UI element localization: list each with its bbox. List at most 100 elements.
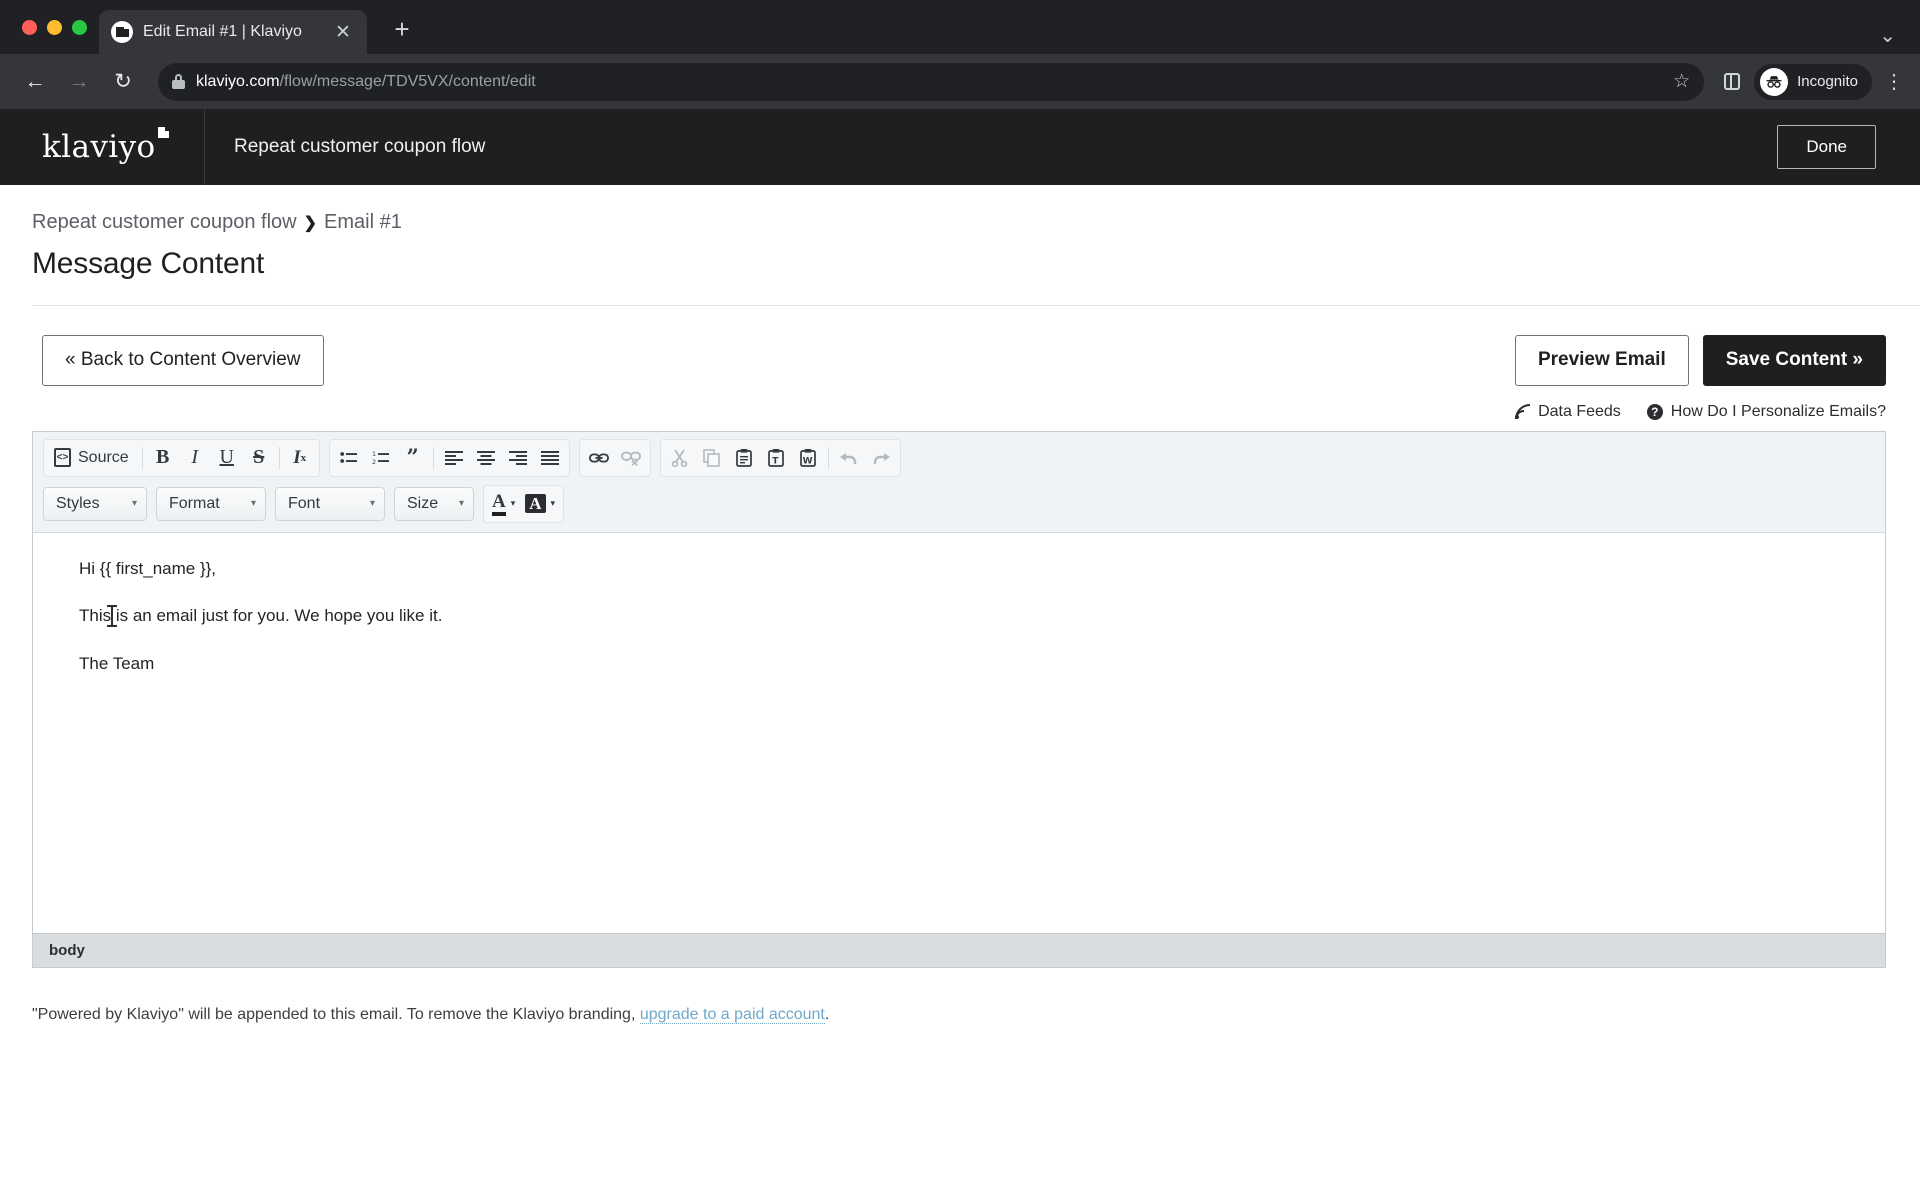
link-button[interactable] <box>583 442 615 474</box>
background-color-button[interactable]: A ▾ <box>520 488 560 520</box>
close-window-button[interactable] <box>22 19 37 35</box>
remove-format-letter: I <box>293 446 301 468</box>
copy-button[interactable] <box>696 442 728 474</box>
logo-text: klaviyo <box>42 129 156 165</box>
quote-glyph: ” <box>406 444 419 470</box>
unlink-button[interactable] <box>615 442 647 474</box>
preview-email-button[interactable]: Preview Email <box>1514 335 1689 386</box>
maximize-window-button[interactable] <box>72 19 87 35</box>
chevron-down-icon: ▾ <box>550 498 556 509</box>
paste-from-word-button[interactable]: W <box>792 442 824 474</box>
basic-formatting-group: <> Source B I U S Ix <box>43 438 320 477</box>
undo-button[interactable] <box>833 442 865 474</box>
editor-toolbar-row-2: Styles ▾ Format ▾ Font ▾ Size ▾ A ▾ A ▾ <box>43 484 1877 523</box>
klaviyo-favicon-icon <box>111 21 133 43</box>
paste-button[interactable] <box>728 442 760 474</box>
remove-format-button[interactable]: Ix <box>284 442 316 474</box>
forward-button[interactable]: → <box>60 63 98 101</box>
blockquote-button[interactable]: ” <box>397 442 429 474</box>
toolbar-separator <box>827 446 829 469</box>
footnote-text-after: . <box>824 1005 830 1023</box>
incognito-profile-button[interactable]: Incognito <box>1754 63 1872 100</box>
browser-tab[interactable]: Edit Email #1 | Klaviyo ✕ <box>99 10 367 54</box>
upgrade-account-link[interactable]: upgrade to a paid account <box>639 1005 825 1024</box>
size-label: Size <box>407 494 439 512</box>
chevron-down-icon[interactable]: ⌄ <box>1879 23 1896 48</box>
tab-title: Edit Email #1 | Klaviyo <box>143 23 302 40</box>
tab-strip-actions: ⌄ <box>1879 23 1920 54</box>
primary-actions: Preview Email Save Content » <box>1514 335 1886 386</box>
align-justify-button[interactable] <box>534 442 566 474</box>
font-label: Font <box>288 494 321 512</box>
align-center-button[interactable] <box>470 442 502 474</box>
data-feeds-link[interactable]: Data Feeds <box>1515 403 1621 421</box>
svg-text:2: 2 <box>372 458 376 466</box>
bulleted-list-button[interactable] <box>333 442 365 474</box>
omnibox-actions: ☆ <box>1661 70 1690 93</box>
actions-row: « Back to Content Overview Preview Email… <box>0 306 1920 386</box>
window-controls[interactable] <box>14 0 99 54</box>
underline-button[interactable]: U <box>211 442 243 474</box>
bookmark-star-icon[interactable]: ☆ <box>1673 70 1690 93</box>
text-color-letter: A <box>492 492 506 516</box>
chevron-down-icon: ▾ <box>458 498 464 510</box>
back-button[interactable]: ← <box>16 63 54 101</box>
personalize-emails-label: How Do I Personalize Emails? <box>1670 402 1886 420</box>
text-color-button[interactable]: A ▾ <box>487 488 520 520</box>
format-dropdown[interactable]: Format ▾ <box>156 486 266 521</box>
title-block: Repeat customer coupon flow ❯ Email #1 M… <box>0 185 1920 306</box>
source-button[interactable]: <> Source <box>47 442 138 474</box>
personalize-emails-link[interactable]: ? How Do I Personalize Emails? <box>1646 402 1886 421</box>
numbered-list-button[interactable]: 1 2 <box>365 442 397 474</box>
strikethrough-button[interactable]: S <box>243 442 275 474</box>
bold-button[interactable]: B <box>147 442 179 474</box>
helper-links: Data Feeds ? How Do I Personalize Emails… <box>0 386 1920 421</box>
align-left-button[interactable] <box>438 442 470 474</box>
breadcrumb-parent-link[interactable]: Repeat customer coupon flow <box>32 211 297 234</box>
incognito-label: Incognito <box>1797 73 1858 90</box>
url-text: klaviyo.com/flow/message/TDV5VX/content/… <box>196 73 536 91</box>
browser-tab-strip: Edit Email #1 | Klaviyo ✕ + ⌄ <box>0 0 1920 54</box>
breadcrumb-current: Email #1 <box>324 211 402 233</box>
source-code-icon: <> <box>54 448 71 468</box>
editor-content-area[interactable]: Hi {{ first_name }}, This is an email ju… <box>33 532 1885 933</box>
new-tab-button[interactable]: + <box>385 12 419 46</box>
text-cursor-icon <box>107 604 117 627</box>
redo-button[interactable] <box>865 442 897 474</box>
done-button[interactable]: Done <box>1777 125 1876 169</box>
toolbar-separator <box>432 446 434 469</box>
styles-label: Styles <box>56 494 100 512</box>
styles-dropdown[interactable]: Styles ▾ <box>43 486 147 521</box>
editor-paragraph: Hi {{ first_name }}, <box>79 558 217 578</box>
klaviyo-logo[interactable]: klaviyo <box>0 109 205 185</box>
paste-as-text-button[interactable]: T <box>760 442 792 474</box>
minimize-window-button[interactable] <box>47 19 62 35</box>
rich-text-editor: <> Source B I U S Ix 1 2 ” T W Styles ▾ … <box>32 430 1886 968</box>
address-bar[interactable]: klaviyo.com/flow/message/TDV5VX/content/… <box>158 62 1705 101</box>
background-color-letter: A <box>525 494 546 514</box>
toolbar-separator <box>278 446 280 469</box>
side-panel-icon[interactable] <box>1724 73 1741 90</box>
browser-menu-button[interactable]: ⋮ <box>1884 72 1904 92</box>
font-dropdown[interactable]: Font ▾ <box>275 486 385 521</box>
back-to-content-overview-button[interactable]: « Back to Content Overview <box>42 335 324 386</box>
editor-paragraph: This is an email just for you. We hope y… <box>79 606 443 626</box>
size-dropdown[interactable]: Size ▾ <box>394 486 474 521</box>
reload-button[interactable]: ↻ <box>104 63 142 101</box>
svg-text:1: 1 <box>372 450 376 458</box>
branding-footnote: "Powered by Klaviyo" will be appended to… <box>32 1005 1920 1024</box>
question-mark-icon: ? <box>1646 403 1663 420</box>
editor-element-path[interactable]: body <box>33 932 1885 967</box>
color-group: A ▾ A ▾ <box>483 484 565 523</box>
format-label: Format <box>169 494 220 512</box>
link-group <box>578 438 651 477</box>
browser-toolbar: ← → ↻ klaviyo.com/flow/message/TDV5VX/co… <box>0 54 1920 109</box>
align-right-button[interactable] <box>502 442 534 474</box>
incognito-avatar-icon <box>1760 67 1789 96</box>
list-align-group: 1 2 ” <box>328 438 570 477</box>
italic-button[interactable]: I <box>179 442 211 474</box>
cut-button[interactable] <box>664 442 696 474</box>
breadcrumb: Repeat customer coupon flow ❯ Email #1 <box>32 211 1920 234</box>
close-tab-icon[interactable]: ✕ <box>331 20 355 44</box>
save-content-button[interactable]: Save Content » <box>1702 335 1886 386</box>
